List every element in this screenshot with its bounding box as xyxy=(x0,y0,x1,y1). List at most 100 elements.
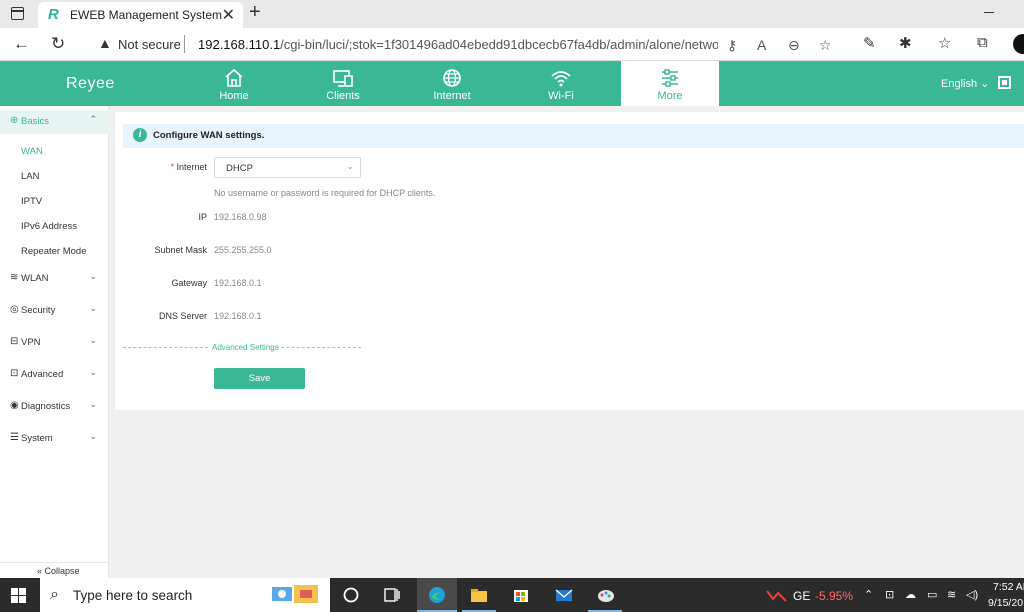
language-select[interactable]: English ⌄ xyxy=(941,77,989,90)
nav-clients-label: Clients xyxy=(326,90,360,102)
system-icon: ☰ xyxy=(10,432,19,443)
site-favicon-icon: R xyxy=(48,6,59,23)
ip-label: IP xyxy=(198,212,207,222)
stock-symbol[interactable]: GE xyxy=(793,589,810,603)
stock-change[interactable]: -5.95% xyxy=(815,589,853,603)
divider xyxy=(184,35,185,53)
favorites-icon[interactable]: ☆ xyxy=(938,34,951,52)
taskbar: ⌕ Type here to search GE -5.95% ⌃ ⊡ ☁ ▭ … xyxy=(0,578,1024,612)
divider xyxy=(0,562,109,563)
subnet-mask-label: Subnet Mask xyxy=(154,245,207,255)
chevron-down-icon: ⌄ xyxy=(346,161,354,171)
advanced-settings-link[interactable]: Advanced Settings xyxy=(212,343,279,352)
sidebar-group-security[interactable]: ◎ Security ⌄ xyxy=(0,299,109,323)
read-aloud-icon[interactable]: A xyxy=(757,37,766,53)
collapse-sidebar-button[interactable]: « Collapse xyxy=(37,566,80,576)
task-view-icon[interactable] xyxy=(383,586,401,604)
nav-internet[interactable]: Internet xyxy=(403,61,501,106)
lock-icon: ⊡ xyxy=(10,368,19,379)
tab-actions-icon[interactable] xyxy=(11,7,24,20)
url-field[interactable]: ▲ Not secure 192.168.110.1/cgi-bin/luci/… xyxy=(86,31,846,58)
chevron-down-icon: ⌄ xyxy=(980,78,990,90)
cortana-icon[interactable] xyxy=(342,586,360,604)
security-label: Not secure xyxy=(118,37,181,52)
volume-icon[interactable]: ◁) xyxy=(966,588,978,601)
wifi-icon xyxy=(551,71,571,87)
globe-icon: ⊕ xyxy=(10,115,19,126)
info-banner: i Configure WAN settings. xyxy=(123,124,1024,148)
sidebar-group-basics[interactable]: ⊕ Basics ⌃ xyxy=(0,110,109,134)
divider xyxy=(123,347,208,348)
close-tab-icon[interactable]: ✕ xyxy=(222,5,235,25)
sidebar-group-label: System xyxy=(21,433,53,444)
sidebar-group-label: Diagnostics xyxy=(21,401,71,412)
paint-icon[interactable] xyxy=(597,586,615,604)
edge-browser-icon[interactable] xyxy=(428,586,446,604)
sidebar-group-system[interactable]: ☰ System ⌄ xyxy=(0,427,109,451)
profile-avatar[interactable] xyxy=(1013,34,1024,54)
nav-internet-label: Internet xyxy=(433,90,471,102)
puzzle-icon[interactable]: ✱ xyxy=(899,34,912,52)
sidebar-group-wlan[interactable]: ≋ WLAN ⌄ xyxy=(0,267,109,291)
zoom-icon[interactable]: ⊖ xyxy=(788,37,800,54)
language-label: English xyxy=(941,78,978,90)
sidebar-group-diagnostics[interactable]: ◉ Diagnostics ⌄ xyxy=(0,395,109,419)
minimize-window-icon[interactable] xyxy=(984,12,994,13)
chevron-down-icon: ⌄ xyxy=(89,303,97,313)
browser-tab[interactable]: R EWEB Management System ✕ xyxy=(38,2,243,28)
refresh-icon[interactable]: ↻ xyxy=(51,34,65,54)
gateway-value: 192.168.0.1 xyxy=(214,278,262,288)
clock-date[interactable]: 9/15/20 xyxy=(988,597,1023,609)
search-icon: ⌕ xyxy=(50,586,59,603)
chevron-up-icon[interactable]: ⌃ xyxy=(864,588,873,601)
battery-icon[interactable]: ▭ xyxy=(927,588,937,601)
chevron-down-icon: ⌄ xyxy=(89,271,97,281)
clock-time[interactable]: 7:52 AM xyxy=(993,581,1024,593)
mail-icon[interactable] xyxy=(555,586,573,604)
collections-icon[interactable]: ⧉ xyxy=(977,34,988,51)
search-highlight-icon xyxy=(272,585,318,603)
shield-icon: ◎ xyxy=(10,304,19,315)
url-host: 192.168.110.1 xyxy=(198,37,281,52)
brand-logo: Reyee xyxy=(66,75,115,92)
internet-type-select[interactable]: DHCP ⌄ xyxy=(214,157,361,178)
file-explorer-icon[interactable] xyxy=(470,586,488,604)
onedrive-error-icon[interactable]: ☁ xyxy=(905,588,916,601)
taskbar-search-input[interactable]: ⌕ Type here to search xyxy=(40,578,330,612)
nav-home[interactable]: Home xyxy=(185,61,283,106)
sidebar-item-repeater[interactable]: Repeater Mode xyxy=(21,246,86,257)
device-icon[interactable]: ⊡ xyxy=(885,588,894,601)
sidebar-item-lan[interactable]: LAN xyxy=(21,171,39,182)
sidebar-group-label: WLAN xyxy=(21,273,49,284)
qr-code-icon[interactable] xyxy=(998,76,1011,89)
internet-label-text: Internet xyxy=(176,162,207,172)
sidebar-item-ipv6[interactable]: IPv6 Address xyxy=(21,221,77,232)
nav-more[interactable]: More xyxy=(621,61,719,106)
sidebar-item-wan[interactable]: WAN xyxy=(21,146,43,157)
vpn-icon: ⊟ xyxy=(10,336,19,347)
dhcp-hint: No username or password is required for … xyxy=(214,188,436,198)
windows-start-icon[interactable] xyxy=(11,588,26,603)
save-button[interactable]: Save xyxy=(214,368,305,389)
url-text: 192.168.110.1/cgi-bin/luci/;stok=1f30149… xyxy=(198,37,718,52)
network-wifi-icon[interactable]: ≋ xyxy=(947,588,956,601)
favorite-add-icon[interactable]: ☆ xyxy=(819,37,832,54)
sidebar-group-label: Advanced xyxy=(21,369,64,380)
key-icon[interactable]: ⚷ xyxy=(727,37,737,54)
diagnostics-icon: ◉ xyxy=(10,400,19,411)
sidebar-group-label: Basics xyxy=(21,116,49,127)
sidebar-group-advanced[interactable]: ⊡ Advanced ⌄ xyxy=(0,363,109,387)
sidebar-group-label: VPN xyxy=(21,337,41,348)
back-icon[interactable]: ← xyxy=(13,34,30,54)
store-icon[interactable] xyxy=(512,586,530,604)
nav-more-label: More xyxy=(657,90,683,102)
nav-clients[interactable]: Clients xyxy=(294,61,392,106)
chevron-down-icon: ⌄ xyxy=(89,335,97,345)
sidebar-item-iptv[interactable]: IPTV xyxy=(21,196,42,207)
sliders-icon xyxy=(662,69,678,87)
new-tab-icon[interactable]: + xyxy=(249,1,261,24)
nav-wifi[interactable]: Wi-Fi xyxy=(512,61,610,106)
sidebar-group-vpn[interactable]: ⊟ VPN ⌄ xyxy=(0,331,109,355)
stock-chart-icon xyxy=(766,590,787,602)
extension-icon[interactable]: ✎ xyxy=(863,34,876,52)
